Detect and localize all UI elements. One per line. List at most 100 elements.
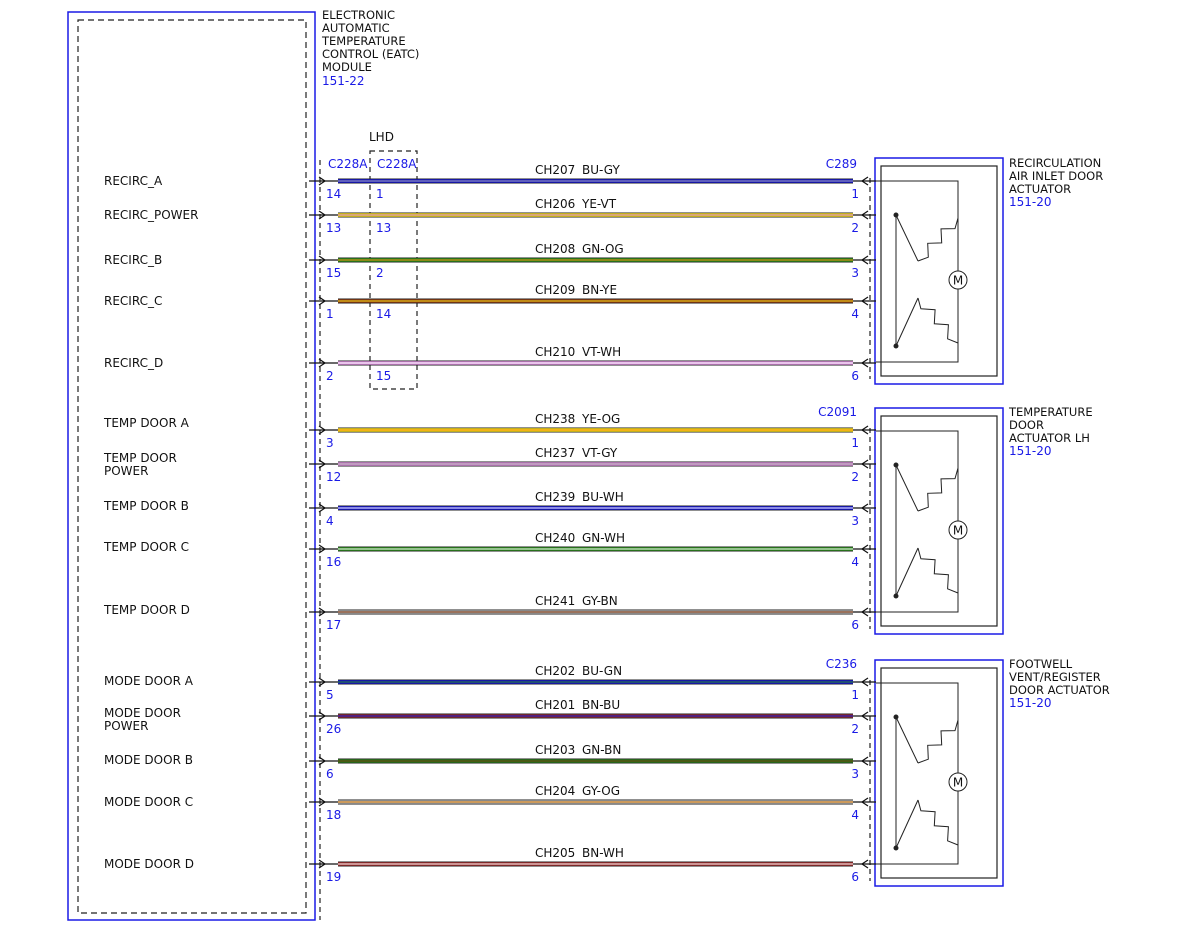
wire-color-code: BN-YE bbox=[582, 283, 617, 297]
wire-ch238: TEMP DOOR A CH238 YE-OG 3 1 bbox=[103, 412, 876, 450]
bridge-wire bbox=[876, 544, 959, 613]
wire-ch201: MODE DOORPOWER CH201 BN-BU 26 2 bbox=[104, 698, 876, 736]
actuator-title-line: VENT/REGISTER bbox=[1009, 670, 1101, 684]
pin-main: 12 bbox=[326, 470, 341, 484]
coil bbox=[917, 719, 959, 764]
circuit-number: CH209 bbox=[535, 283, 575, 297]
wire-ch209: RECIRC_C CH209 BN-YE 1 14 4 bbox=[104, 283, 876, 321]
wire-color-code: YE-VT bbox=[581, 197, 617, 211]
signal-label: TEMP DOOR D bbox=[103, 603, 190, 617]
motor-symbol: M bbox=[953, 776, 963, 790]
lhd-label: LHD bbox=[369, 130, 394, 144]
pin-actuator: 2 bbox=[851, 722, 859, 736]
pin-lhd: 13 bbox=[376, 221, 391, 235]
actuator-inner-box bbox=[880, 415, 998, 627]
pin-actuator: 3 bbox=[851, 266, 859, 280]
pin-actuator: 3 bbox=[851, 514, 859, 528]
circuit-number: CH203 bbox=[535, 743, 575, 757]
circuit-number: CH207 bbox=[535, 163, 575, 177]
actuator-ref: 151-20 bbox=[1009, 696, 1052, 710]
actuator-title-line: RECIRCULATION bbox=[1009, 156, 1101, 170]
actuator-inner-box bbox=[880, 667, 998, 879]
wire-color-code: BU-GY bbox=[582, 163, 620, 177]
circuit-number: CH208 bbox=[535, 242, 575, 256]
signal-label: MODE DOOR bbox=[104, 706, 181, 720]
wire-ch207: RECIRC_A CH207 BU-GY 14 1 1 bbox=[104, 163, 876, 201]
pin-actuator: 4 bbox=[851, 808, 859, 822]
coil bbox=[917, 297, 959, 344]
circuit-number: CH204 bbox=[535, 784, 575, 798]
pin-actuator: 1 bbox=[851, 187, 859, 201]
pin-main: 17 bbox=[326, 618, 341, 632]
wire-color-code: YE-OG bbox=[581, 412, 620, 426]
actuator-frame bbox=[874, 407, 1004, 635]
wire-color-code: BU-WH bbox=[582, 490, 624, 504]
motor-symbol: M bbox=[953, 274, 963, 288]
module-title-line-4: CONTROL (EATC) bbox=[322, 47, 419, 61]
actuator-2: TEMPERATUREDOORACTUATOR LH151-20 C2091 M bbox=[818, 405, 1093, 635]
pin-lhd: 2 bbox=[376, 266, 384, 280]
wire-color-code: VT-GY bbox=[582, 446, 618, 460]
pin-actuator: 6 bbox=[851, 870, 859, 884]
module-title-line-5: MODULE bbox=[322, 60, 372, 74]
pin-main: 16 bbox=[326, 555, 341, 569]
module-title-line-3: TEMPERATURE bbox=[321, 34, 406, 48]
pin-main: 5 bbox=[326, 688, 334, 702]
wire-ch240: TEMP DOOR C CH240 GN-WH 16 4 bbox=[103, 531, 876, 569]
wire-ch205: MODE DOOR D CH205 BN-WH 19 6 bbox=[104, 846, 876, 884]
bridge-wire bbox=[876, 294, 959, 363]
signal-label: MODE DOOR C bbox=[104, 795, 193, 809]
pin-actuator: 1 bbox=[851, 436, 859, 450]
actuator-title-line: ACTUATOR LH bbox=[1009, 431, 1090, 445]
circuit-number: CH206 bbox=[535, 197, 575, 211]
circuit-number: CH239 bbox=[535, 490, 575, 504]
connector-c228a-lhd: C228A bbox=[377, 157, 417, 171]
pin-lhd: 1 bbox=[376, 187, 384, 201]
bridge-wire bbox=[895, 214, 919, 262]
wire-ch241: TEMP DOOR D CH241 GY-BN 17 6 bbox=[103, 594, 876, 632]
bridge-wire bbox=[895, 464, 919, 512]
signal-label: MODE DOOR D bbox=[104, 857, 194, 871]
wiring-diagram: ELECTRONIC AUTOMATIC TEMPERATURE CONTROL… bbox=[67, 8, 1110, 921]
circuit-number: CH201 bbox=[535, 698, 575, 712]
actuator-title-line: TEMPERATURE bbox=[1008, 405, 1093, 419]
signal-label: TEMP DOOR C bbox=[103, 540, 189, 554]
pin-main: 15 bbox=[326, 266, 341, 280]
wires: RECIRC_ACH207 BU-GY14 1 1RECIRC_POWERCH206 Y… bbox=[103, 163, 876, 884]
signal-label: TEMP DOOR A bbox=[103, 416, 190, 430]
pin-main: 13 bbox=[326, 221, 341, 235]
wire-color-code: GN-BN bbox=[582, 743, 621, 757]
signal-label: MODE DOOR B bbox=[104, 753, 193, 767]
coil bbox=[917, 467, 959, 512]
actuator-connector-name: C236 bbox=[826, 657, 857, 671]
circuit-number: CH202 bbox=[535, 664, 575, 678]
wire-ch203: MODE DOOR B CH203 GN-BN 6 3 bbox=[104, 743, 876, 781]
pin-actuator: 4 bbox=[851, 555, 859, 569]
motor-schematic: M bbox=[876, 682, 968, 865]
wire-ch206: RECIRC_POWER CH206 YE-VT 13 13 2 bbox=[104, 197, 876, 235]
bridge-wire bbox=[895, 297, 919, 347]
pin-actuator: 3 bbox=[851, 767, 859, 781]
motor-symbol: M bbox=[953, 524, 963, 538]
connector-c228a-main: C228A bbox=[328, 157, 368, 171]
actuator-connector-name: C289 bbox=[826, 157, 857, 171]
signal-label: TEMP DOOR B bbox=[103, 499, 189, 513]
circuit-number: CH205 bbox=[535, 846, 575, 860]
actuator-ref: 151-20 bbox=[1009, 444, 1052, 458]
pin-main: 4 bbox=[326, 514, 334, 528]
wire-ch204: MODE DOOR C CH204 GY-OG 18 4 bbox=[104, 784, 876, 822]
pin-actuator: 6 bbox=[851, 618, 859, 632]
wire-color-code: GN-WH bbox=[582, 531, 625, 545]
pin-actuator: 4 bbox=[851, 307, 859, 321]
actuator-connector-name: C2091 bbox=[818, 405, 857, 419]
signal-label: TEMP DOOR bbox=[103, 451, 177, 465]
pin-lhd: 14 bbox=[376, 307, 391, 321]
actuator-title-line: FOOTWELL bbox=[1009, 657, 1073, 671]
bridge-wire bbox=[876, 682, 959, 768]
pin-main: 18 bbox=[326, 808, 341, 822]
wire-color-code: GY-BN bbox=[582, 594, 618, 608]
wire-color-code: GY-OG bbox=[582, 784, 620, 798]
circuit-number: CH238 bbox=[535, 412, 575, 426]
wire-ch208: RECIRC_B CH208 GN-OG 15 2 3 bbox=[104, 242, 876, 280]
motor-schematic: M bbox=[876, 180, 968, 363]
